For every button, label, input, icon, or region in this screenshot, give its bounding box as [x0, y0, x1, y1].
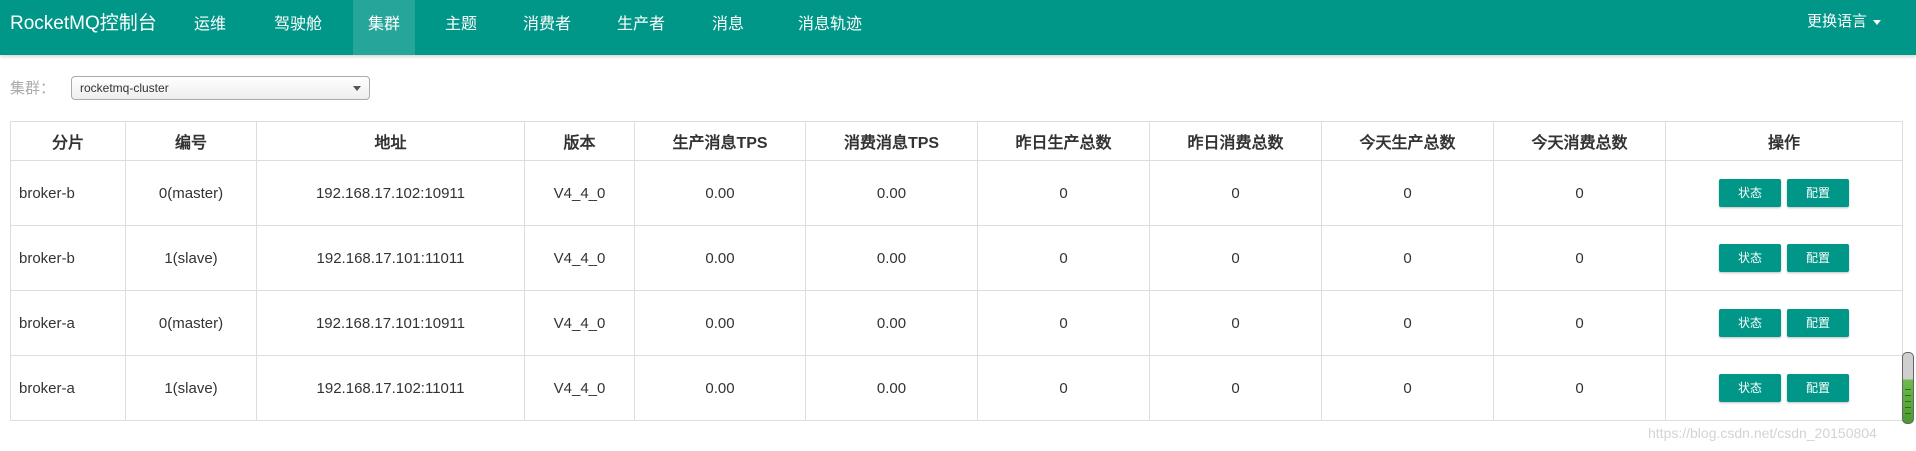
grip-line [1905, 407, 1911, 408]
cell-yesterday-produce: 0 [977, 225, 1150, 291]
header-version: 版本 [524, 121, 635, 161]
nav-item-producer[interactable]: 生产者 [604, 0, 678, 55]
cell-today-produce: 0 [1321, 355, 1494, 421]
grip-line [1905, 389, 1911, 390]
cell-today-consume: 0 [1493, 160, 1666, 226]
grip-line [1905, 401, 1911, 402]
cell-shard: broker-b [10, 160, 126, 226]
language-dropdown[interactable]: 更换语言 [1807, 0, 1881, 47]
cluster-label: 集群： [10, 80, 56, 97]
grip-line [1905, 413, 1911, 414]
nav-item-ops[interactable]: 运维 [175, 0, 245, 55]
chevron-down-icon [353, 86, 361, 91]
config-button[interactable]: 配置 [1787, 309, 1849, 337]
cell-yesterday-produce: 0 [977, 290, 1150, 356]
cell-yesterday-produce: 0 [977, 355, 1150, 421]
cell-version: V4_4_0 [524, 290, 635, 356]
cell-id: 0(master) [125, 160, 257, 226]
cell-consume-tps: 0.00 [805, 355, 978, 421]
header-shard: 分片 [10, 121, 126, 161]
table-row: broker-a 0(master) 192.168.17.101:10911 … [10, 290, 1903, 356]
cell-today-produce: 0 [1321, 290, 1494, 356]
cell-today-consume: 0 [1493, 355, 1666, 421]
status-button[interactable]: 状态 [1719, 374, 1781, 402]
cell-address: 192.168.17.101:10911 [256, 290, 525, 356]
cell-produce-tps: 0.00 [634, 225, 806, 291]
cell-consume-tps: 0.00 [805, 225, 978, 291]
cell-yesterday-consume: 0 [1149, 160, 1322, 226]
nav-item-cluster[interactable]: 集群 [353, 0, 415, 55]
cell-today-produce: 0 [1321, 225, 1494, 291]
header-today-produce: 今天生产总数 [1321, 121, 1494, 161]
config-button[interactable]: 配置 [1787, 244, 1849, 272]
cell-shard: broker-a [10, 355, 126, 421]
cell-address: 192.168.17.101:11011 [256, 225, 525, 291]
grip-line [1905, 395, 1911, 396]
table-row: broker-a 1(slave) 192.168.17.102:11011 V… [10, 355, 1903, 421]
scroll-to-top-widget[interactable] [1902, 352, 1914, 424]
cell-id: 0(master) [125, 290, 257, 356]
cell-id: 1(slave) [125, 355, 257, 421]
cell-today-produce: 0 [1321, 160, 1494, 226]
nav-item-message-trace[interactable]: 消息轨迹 [780, 0, 880, 55]
cluster-select[interactable]: rocketmq-cluster [71, 76, 370, 100]
nav-item-consumer[interactable]: 消费者 [510, 0, 584, 55]
config-button[interactable]: 配置 [1787, 374, 1849, 402]
cell-consume-tps: 0.00 [805, 290, 978, 356]
cell-yesterday-produce: 0 [977, 160, 1150, 226]
cell-actions: 状态 配置 [1665, 355, 1903, 421]
cell-today-consume: 0 [1493, 290, 1666, 356]
header-produce-tps: 生产消息TPS [634, 121, 806, 161]
language-label: 更换语言 [1806, 13, 1867, 30]
table-row: broker-b 0(master) 192.168.17.102:10911 … [10, 160, 1903, 226]
watermark-text: https://blog.csdn.net/csdn_20150804 [1648, 425, 1877, 441]
nav-item-dashboard[interactable]: 驾驶舱 [258, 0, 338, 55]
cell-version: V4_4_0 [524, 160, 635, 226]
status-button[interactable]: 状态 [1719, 309, 1781, 337]
header-address: 地址 [256, 121, 525, 161]
nav-item-message[interactable]: 消息 [697, 0, 759, 55]
cell-actions: 状态 配置 [1665, 225, 1903, 291]
cell-actions: 状态 配置 [1665, 290, 1903, 356]
cell-yesterday-consume: 0 [1149, 225, 1322, 291]
header-id: 编号 [125, 121, 257, 161]
table-header-row: 分片 编号 地址 版本 生产消息TPS 消费消息TPS 昨日生产总数 昨日消费总… [10, 121, 1903, 161]
top-navbar: RocketMQ控制台 运维 驾驶舱 集群 主题 消费者 生产者 消息 消息轨迹… [0, 0, 1916, 55]
cell-produce-tps: 0.00 [634, 160, 806, 226]
header-actions: 操作 [1665, 121, 1903, 161]
cell-produce-tps: 0.00 [634, 355, 806, 421]
config-button[interactable]: 配置 [1787, 179, 1849, 207]
cell-id: 1(slave) [125, 225, 257, 291]
cell-version: V4_4_0 [524, 355, 635, 421]
cell-shard: broker-b [10, 225, 126, 291]
cell-yesterday-consume: 0 [1149, 355, 1322, 421]
cell-yesterday-consume: 0 [1149, 290, 1322, 356]
caret-down-icon [1873, 19, 1881, 25]
cell-shard: broker-a [10, 290, 126, 356]
header-yesterday-consume: 昨日消费总数 [1149, 121, 1322, 161]
broker-table: 分片 编号 地址 版本 生产消息TPS 消费消息TPS 昨日生产总数 昨日消费总… [10, 121, 1903, 421]
cell-version: V4_4_0 [524, 225, 635, 291]
header-yesterday-produce: 昨日生产总数 [977, 121, 1150, 161]
cell-today-consume: 0 [1493, 225, 1666, 291]
cell-address: 192.168.17.102:10911 [256, 160, 525, 226]
nav-item-topic[interactable]: 主题 [430, 0, 492, 55]
cell-address: 192.168.17.102:11011 [256, 355, 525, 421]
cell-actions: 状态 配置 [1665, 160, 1903, 226]
header-consume-tps: 消费消息TPS [805, 121, 978, 161]
cell-consume-tps: 0.00 [805, 160, 978, 226]
header-today-consume: 今天消费总数 [1493, 121, 1666, 161]
table-row: broker-b 1(slave) 192.168.17.101:11011 V… [10, 225, 1903, 291]
status-button[interactable]: 状态 [1719, 179, 1781, 207]
cluster-select-value: rocketmq-cluster [80, 81, 169, 95]
status-button[interactable]: 状态 [1719, 244, 1781, 272]
brand-title[interactable]: RocketMQ控制台 [10, 0, 157, 47]
cell-produce-tps: 0.00 [634, 290, 806, 356]
